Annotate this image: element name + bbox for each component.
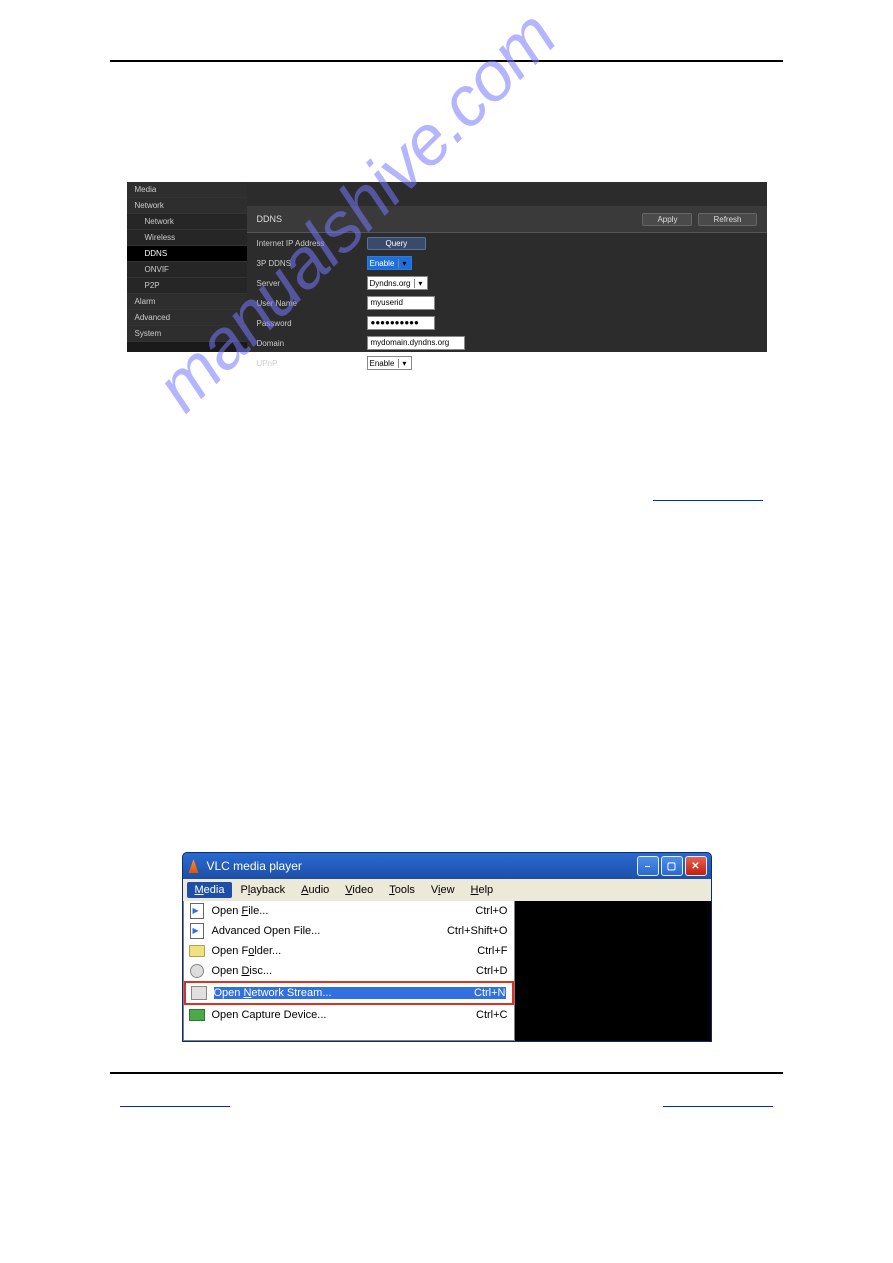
menu-tools[interactable]: Tools — [381, 882, 423, 898]
vlc-cone-icon — [187, 859, 201, 873]
input-domain[interactable]: mydomain.dyndns.org — [367, 336, 465, 350]
ddns-sidebar: Media Network Network Wireless DDNS ONVI… — [127, 182, 247, 352]
menuitem-open-network-stream[interactable]: Open Network Stream... Ctrl+N — [184, 981, 514, 1005]
menu-video[interactable]: Video — [337, 882, 381, 898]
label-3p-ddns: 3P DDNS — [257, 259, 367, 268]
apply-button[interactable]: Apply — [642, 213, 692, 226]
label-server: Server — [257, 279, 367, 288]
menuitem-open-folder[interactable]: Open Folder... Ctrl+F — [184, 941, 514, 961]
capture-icon — [188, 1007, 206, 1023]
select-server[interactable]: Dyndns.org▾ — [367, 276, 429, 290]
sidebar-item-wireless[interactable]: Wireless — [127, 230, 247, 246]
chevron-down-icon: ▾ — [398, 259, 409, 268]
vlc-video-area — [515, 901, 711, 1041]
chevron-down-icon: ▾ — [398, 359, 409, 368]
label-upnp: UPnP — [257, 359, 367, 368]
input-username[interactable]: myuserid — [367, 296, 435, 310]
select-3p-ddns[interactable]: Enable▾ — [367, 256, 413, 270]
select-upnp[interactable]: Enable▾ — [367, 356, 413, 370]
menu-media[interactable]: Media — [187, 882, 233, 898]
body-text-region — [110, 372, 783, 852]
sidebar-item-p2p[interactable]: P2P — [127, 278, 247, 294]
menuitem-advanced-open-file[interactable]: ▶ Advanced Open File... Ctrl+Shift+O — [184, 921, 514, 941]
menuitem-open-disc[interactable]: Open Disc... Ctrl+D — [184, 961, 514, 981]
media-dropdown: ▶ Open File... Ctrl+O ▶ Advanced Open Fi… — [183, 901, 515, 1041]
sidebar-item-alarm[interactable]: Alarm — [127, 294, 247, 310]
sidebar-item-network[interactable]: Network — [127, 198, 247, 214]
footer-link-right[interactable] — [663, 1104, 773, 1107]
chevron-down-icon: ▾ — [414, 279, 425, 288]
file-icon: ▶ — [188, 903, 206, 919]
footer-link-left[interactable] — [120, 1104, 230, 1107]
inline-link[interactable] — [653, 500, 763, 501]
menuitem-open-file[interactable]: ▶ Open File... Ctrl+O — [184, 901, 514, 921]
query-button[interactable]: Query — [367, 237, 427, 250]
window-title: VLC media player — [207, 859, 302, 873]
folder-icon — [188, 943, 206, 959]
sidebar-item-network-sub[interactable]: Network — [127, 214, 247, 230]
vlc-screenshot: VLC media player – ▢ ✕ Media Playback Au… — [182, 852, 712, 1042]
sidebar-item-media[interactable]: Media — [127, 182, 247, 198]
disc-icon — [188, 963, 206, 979]
menuitem-open-capture-device[interactable]: Open Capture Device... Ctrl+C — [184, 1005, 514, 1025]
menu-audio[interactable]: Audio — [293, 882, 337, 898]
file-icon: ▶ — [188, 923, 206, 939]
refresh-button[interactable]: Refresh — [698, 213, 756, 226]
label-domain: Domain — [257, 339, 367, 348]
vlc-menubar: Media Playback Audio Video Tools View He… — [182, 879, 712, 901]
sidebar-item-ddns[interactable]: DDNS — [127, 246, 247, 262]
menu-view[interactable]: View — [423, 882, 463, 898]
sidebar-item-system[interactable]: System — [127, 326, 247, 342]
label-username: User Name — [257, 299, 367, 308]
label-internet-ip: Internet IP Address — [257, 239, 367, 248]
label-password: Password — [257, 319, 367, 328]
panel-title: DDNS — [257, 214, 637, 224]
sidebar-item-onvif[interactable]: ONVIF — [127, 262, 247, 278]
sidebar-item-advanced[interactable]: Advanced — [127, 310, 247, 326]
minimize-button[interactable]: – — [637, 856, 659, 876]
input-password[interactable]: ●●●●●●●●●● — [367, 316, 435, 330]
menu-playback[interactable]: Playback — [232, 882, 293, 898]
vlc-titlebar[interactable]: VLC media player – ▢ ✕ — [182, 852, 712, 879]
menu-help[interactable]: Help — [463, 882, 502, 898]
network-icon — [190, 985, 208, 1001]
close-button[interactable]: ✕ — [685, 856, 707, 876]
ddns-settings-screenshot: Media Network Network Wireless DDNS ONVI… — [127, 182, 767, 352]
maximize-button[interactable]: ▢ — [661, 856, 683, 876]
